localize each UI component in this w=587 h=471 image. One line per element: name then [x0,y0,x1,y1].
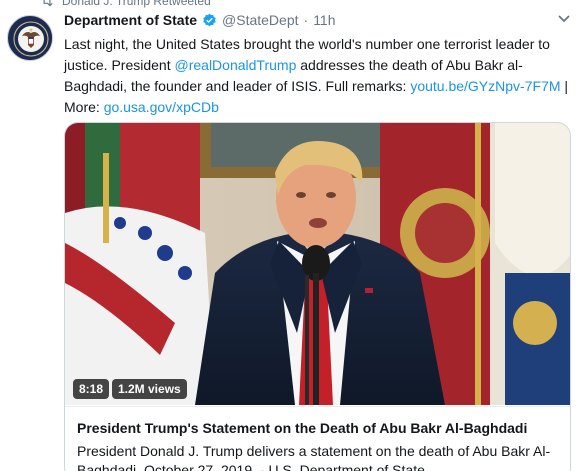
avatar[interactable] [7,15,53,61]
separator-dot: · [303,12,309,28]
video-player[interactable]: 8:18 1.2M views [65,123,570,405]
state-department-seal-icon [9,17,52,60]
video-thumbnail [65,123,570,405]
author-name[interactable]: Department of State [64,12,197,28]
retweet-indicator: Donald J. Trump Retweeted [40,0,211,8]
card-description: President Donald J. Trump delivers a sta… [77,443,551,471]
card-title: President Trump's Statement on the Death… [77,420,528,436]
author-handle[interactable]: @StateDept [222,12,298,28]
tweet-header: Department of State @StateDept · 11h [64,12,336,28]
retweet-text: Donald J. Trump Retweeted [62,0,211,8]
video-duration-badge: 8:18 [73,379,110,399]
more-link[interactable]: go.usa.gov/xpCDb [104,99,219,115]
card-body[interactable]: President Trump's Statement on the Death… [65,406,570,471]
link-card[interactable]: 8:18 1.2M views President Trump's Statem… [64,122,571,471]
youtube-link[interactable]: youtu.be/GYzNpv-7F7M [410,78,560,94]
view-count-badge: 1.2M views [112,379,187,399]
verified-badge-icon [203,13,216,26]
tweet-timestamp[interactable]: 11h [313,12,335,28]
tweet-text: Last night, the United States brought th… [64,34,572,118]
retweet-icon [43,0,53,7]
chevron-down-icon[interactable] [557,14,571,24]
mention-link[interactable]: @realDonaldTrump [175,57,297,73]
